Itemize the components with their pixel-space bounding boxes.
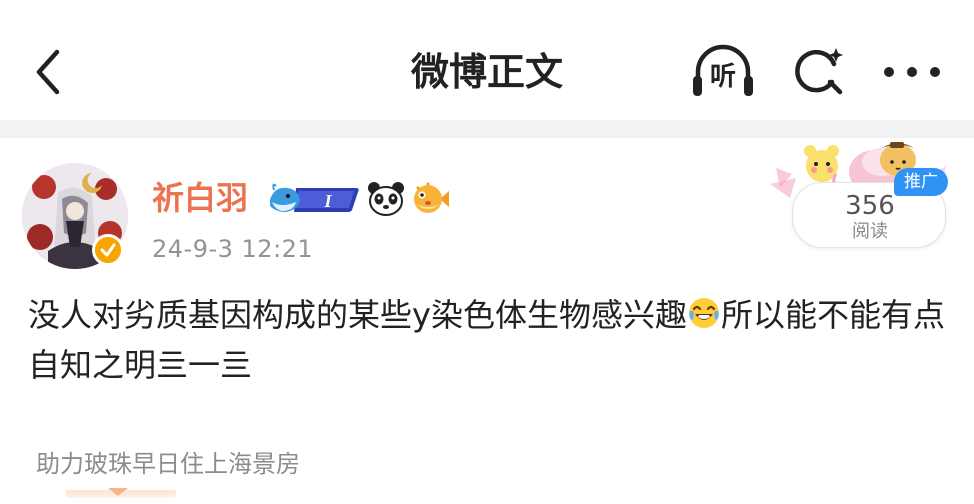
pufferfish-icon[interactable] — [410, 180, 450, 218]
promoted-read-count-card[interactable]: 356 阅读 推广 — [770, 138, 960, 254]
pufferfish-face-icon — [414, 182, 449, 213]
more-dot-icon — [884, 67, 894, 77]
verified-check-icon — [100, 243, 116, 257]
post-body: 没人对劣质基因构成的某些y染色体生物感兴趣 所以能不能有点自知之明亖一亖 — [28, 290, 948, 390]
post-timestamp: 24-9-3 12:21 — [152, 235, 314, 263]
top-navigation-bar: 微博正文 听 — [0, 0, 974, 120]
search-icon — [795, 48, 843, 95]
topic-link[interactable]: 助力玻珠早日住上海景房 — [36, 446, 300, 482]
post-card: 祈白羽 I 24-9-3 12:21 356 阅读 推广 没人对劣质基因构成的某… — [0, 138, 974, 504]
more-dot-icon — [907, 67, 917, 77]
panda-icon[interactable] — [366, 180, 406, 218]
listen-button[interactable]: 听 — [690, 42, 756, 102]
listen-label: 听 — [709, 61, 736, 92]
section-divider — [0, 120, 974, 138]
search-button[interactable] — [790, 42, 850, 102]
post-text-part-1: 没人对劣质基因构成的某些y染色体生物感兴趣 — [28, 296, 687, 334]
username[interactable]: 祈白羽 — [152, 178, 248, 218]
laughing-crying-emoji-icon — [688, 298, 719, 328]
back-chevron-icon — [36, 49, 60, 95]
member-badge-level: I — [323, 191, 332, 211]
topic-pointer-icon — [108, 488, 128, 496]
more-dot-icon — [930, 67, 940, 77]
member-badge[interactable]: I — [268, 182, 362, 216]
whale-member-badge-icon: I — [270, 183, 359, 212]
read-count-label: 阅读 — [852, 221, 888, 242]
back-button[interactable] — [28, 44, 68, 100]
promoted-tag: 推广 — [894, 168, 948, 196]
panda-face-icon — [368, 182, 404, 216]
verified-badge — [92, 234, 124, 266]
more-button[interactable] — [880, 42, 944, 102]
